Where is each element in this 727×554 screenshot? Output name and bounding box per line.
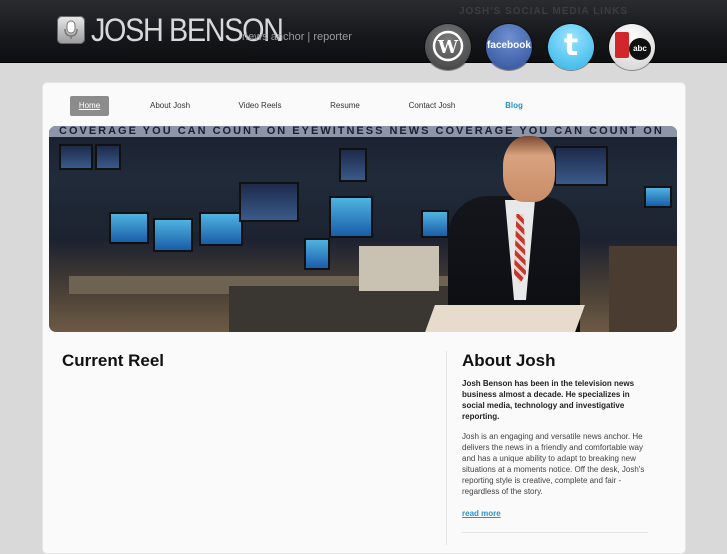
- monitor: [554, 146, 608, 186]
- about-lead-text: Josh Benson has been in the television n…: [462, 379, 635, 421]
- twitter-link[interactable]: t: [548, 24, 594, 70]
- about-body-text: Josh is an engaging and versatile news a…: [462, 432, 645, 496]
- news-desk: [229, 286, 449, 332]
- monitor: [109, 212, 149, 244]
- monitor: [95, 144, 121, 170]
- nav-about-josh[interactable]: About Josh: [140, 96, 200, 116]
- nav-contact-josh[interactable]: Contact Josh: [400, 96, 464, 116]
- facebook-link[interactable]: facebook: [486, 24, 532, 70]
- facebook-icon: facebook: [487, 40, 531, 51]
- nav-blog[interactable]: Blog: [496, 96, 532, 116]
- current-reel-heading: Current Reel: [62, 351, 165, 370]
- nav-resume[interactable]: Resume: [320, 96, 370, 116]
- site-tagline: news anchor | reporter: [242, 31, 352, 43]
- column-divider: [446, 351, 447, 545]
- banner-slogan-strip: COVERAGE YOU CAN COUNT ON EYEWITNESS NEW…: [49, 126, 677, 137]
- monitor: [329, 196, 373, 238]
- nav-video-reels[interactable]: Video Reels: [230, 96, 290, 116]
- tv-station-link[interactable]: abc: [609, 24, 655, 70]
- monitor: [339, 148, 367, 182]
- newsroom-banner-image: COVERAGE YOU CAN COUNT ON EYEWITNESS NEW…: [49, 126, 677, 332]
- monitor: [239, 182, 299, 222]
- wordpress-icon: W: [432, 30, 464, 62]
- read-more-link[interactable]: read more: [462, 509, 501, 518]
- twitter-icon: t: [563, 28, 579, 63]
- monitor: [644, 186, 672, 208]
- nav-home[interactable]: Home: [70, 96, 109, 116]
- news-desk: [609, 246, 677, 332]
- monitor: [304, 238, 330, 270]
- site-header: JOSH BENSON news anchor | reporter JOSH'…: [0, 0, 727, 70]
- microphone-icon[interactable]: [57, 16, 85, 44]
- monitor: [59, 144, 93, 170]
- abc-logo-text: abc: [629, 38, 651, 60]
- about-divider: [462, 532, 648, 533]
- wordpress-glyph: W: [437, 37, 459, 58]
- abc-logo-icon: [615, 32, 629, 58]
- monitor: [153, 218, 193, 252]
- wordpress-link[interactable]: W: [425, 24, 471, 70]
- social-links-title: JOSH'S SOCIAL MEDIA LINKS: [459, 6, 629, 17]
- equipment-rack: [359, 246, 439, 291]
- monitor: [199, 212, 243, 246]
- anchor-papers: [425, 305, 585, 332]
- anchor-head: [503, 136, 555, 202]
- about-heading: About Josh: [462, 351, 556, 370]
- monitor: [421, 210, 449, 238]
